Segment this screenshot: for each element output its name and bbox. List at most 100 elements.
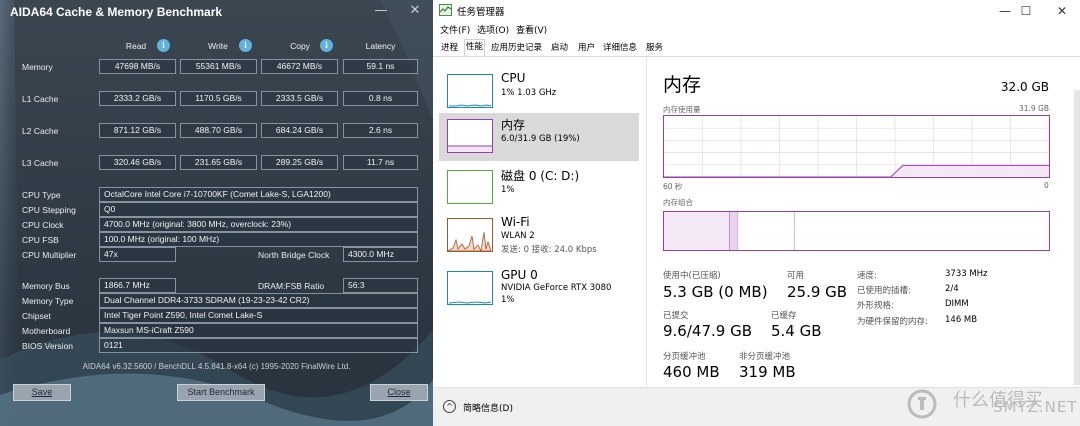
wifi-name: Wi-Fi [501, 215, 530, 229]
memory-sub: 6.0/31.9 GB (19%) [501, 134, 580, 144]
watermark-logo-icon [907, 389, 937, 419]
sidebar-item-gpu[interactable]: GPU 0 NVIDIA GeForce RTX 3080 1% [439, 265, 639, 313]
cpu-name: CPU [501, 71, 526, 85]
scrollbar[interactable] [1074, 90, 1080, 385]
chipset-value: Intel Tiger Point Z590, Intel Comet Lake… [99, 308, 418, 323]
tab-app-history[interactable]: 应用历史记录 [490, 41, 543, 55]
nonpaged-pool-label: 非分页缓冲池 [739, 352, 791, 362]
row-label-l1: L1 Cache [22, 94, 59, 104]
hw-reserved-value: 146 MB [945, 315, 978, 325]
cpu-fsb-value: 100.0 MHz (original: 100 MHz) [99, 232, 418, 247]
resource-sidebar: CPU 1% 1.03 GHz 内存 6.0/31.9 GB (19%) 磁盘 … [433, 57, 646, 387]
composition-in-use [664, 212, 730, 250]
tab-users[interactable]: 用户 [577, 41, 596, 55]
gpu-thumbnail [447, 271, 493, 305]
sidebar-item-disk[interactable]: 磁盘 0 (C: D:) 1% [439, 164, 639, 212]
dram-ratio-label: DRAM:FSB Ratio [258, 281, 325, 291]
cpu-stepping-label: CPU Stepping [22, 205, 76, 215]
header-latency: Latency [365, 41, 396, 51]
memory-bus-label: Memory Bus [22, 281, 70, 291]
available-label: 可用 [787, 271, 805, 281]
sidebar-divider [646, 57, 647, 387]
chipset-label: Chipset [22, 311, 51, 321]
row-label-l3: L3 Cache [22, 158, 59, 168]
nb-clock-value: 4300.0 MHz [343, 247, 418, 262]
memory-total: 32.0 GB [1000, 80, 1049, 94]
slots-value: 2/4 [945, 284, 959, 294]
nb-clock-label: North Bridge Clock [258, 250, 330, 260]
memory-type-label: Memory Type [22, 296, 74, 306]
write-info-icon[interactable]: i [239, 39, 252, 52]
usage-label: 内存使用量 [663, 105, 701, 114]
menu-view[interactable]: 查看(V) [516, 23, 547, 36]
sidebar-item-memory[interactable]: 内存 6.0/31.9 GB (19%) [439, 113, 639, 161]
aida64-window: AIDA64 Cache & Memory Benchmark — ✕ Read… [0, 0, 433, 426]
disk-thumbnail [447, 170, 493, 204]
cpu-stepping-value: Q0 [99, 202, 418, 217]
memory-latency-value: 59.1 ns [343, 59, 418, 74]
chevron-up-icon[interactable]: ^ [443, 400, 456, 413]
bios-label: BIOS Version [22, 341, 74, 351]
save-button[interactable]: Save [13, 384, 71, 401]
motherboard-label: Motherboard [22, 326, 71, 336]
l1-copy-value: 2333.5 GB/s [261, 91, 338, 106]
nonpaged-pool-value: 319 MB [739, 363, 796, 381]
l3-write-value: 231.65 GB/s [180, 155, 257, 170]
speed-value: 3733 MHz [945, 269, 988, 279]
menu-options[interactable]: 选项(O) [477, 23, 509, 36]
cpu-multiplier-value: 47x [99, 247, 176, 262]
cpu-fsb-label: CPU FSB [22, 235, 59, 245]
menu-file[interactable]: 文件(F) [440, 23, 470, 36]
window-title: 任务管理器 [457, 7, 505, 18]
l3-copy-value: 289.25 GB/s [261, 155, 338, 170]
committed-label: 已提交 [663, 311, 689, 321]
time-axis-left: 60 秒 [663, 182, 683, 191]
tab-processes[interactable]: 进程 [440, 41, 459, 55]
l2-read-value: 871.12 GB/s [99, 123, 176, 138]
tab-services[interactable]: 服务 [645, 41, 664, 55]
l2-write-value: 488.70 GB/s [180, 123, 257, 138]
paged-pool-label: 分页缓冲池 [663, 352, 706, 362]
close-button[interactable]: Close [370, 384, 428, 401]
copy-info-icon[interactable]: i [320, 39, 333, 52]
memory-type-value: Dual Channel DDR4-3733 SDRAM (19-23-23-4… [99, 293, 418, 308]
cpu-clock-label: CPU Clock [22, 220, 64, 230]
read-info-icon[interactable]: i [157, 39, 170, 52]
memory-bus-value: 1866.7 MHz [99, 278, 176, 293]
disk-sub: 1% [501, 185, 515, 195]
maximize-button[interactable]: ☐ [1011, 1, 1041, 21]
cpu-clock-value: 4700.0 MHz (original: 3800 MHz, overcloc… [99, 217, 418, 232]
dram-ratio-value: 56:3 [343, 278, 418, 293]
watermark-domain: SMYZ.NET [993, 398, 1078, 416]
l1-read-value: 2333.2 GB/s [99, 91, 176, 106]
time-axis-right: 0 [1044, 181, 1049, 190]
aida-footer: AIDA64 v6.32.5600 / BenchDLL 4.5.841.8-x… [82, 362, 351, 371]
paged-pool-value: 460 MB [663, 363, 720, 381]
close-window-button[interactable]: ✕ [406, 2, 424, 20]
start-benchmark-button[interactable]: Start Benchmark [177, 384, 265, 401]
composition-label: 内存组合 [663, 198, 693, 207]
disk-name: 磁盘 0 (C: D:) [501, 169, 580, 183]
tab-performance[interactable]: 性能 [464, 39, 486, 56]
sidebar-item-wifi[interactable]: Wi-Fi WLAN 2 发送: 0 接收: 24.0 Kbps [439, 212, 639, 260]
tab-details[interactable]: 详细信息 [602, 41, 638, 55]
l1-latency-value: 0.8 ns [343, 91, 418, 106]
form-factor-value: DIMM [945, 299, 969, 309]
close-window-button[interactable]: ✕ [1047, 1, 1077, 21]
memory-write-value: 55361 MB/s [180, 59, 257, 74]
l2-latency-value: 2.6 ns [343, 123, 418, 138]
fewer-details-link[interactable]: 简略信息(D) [463, 401, 513, 414]
tab-startup[interactable]: 启动 [550, 41, 569, 55]
motherboard-value: Maxsun MS-iCraft Z590 [99, 323, 418, 338]
task-manager-icon [439, 4, 452, 16]
window-title: AIDA64 Cache & Memory Benchmark [10, 5, 223, 19]
hw-reserved-label: 为硬件保留的内存: [857, 317, 928, 327]
memory-usage-graph [663, 115, 1050, 178]
minimize-button[interactable]: — [372, 2, 390, 20]
cached-label: 已缓存 [771, 311, 797, 321]
row-label-memory: Memory [22, 62, 53, 72]
cpu-multiplier-label: CPU Multiplier [22, 250, 77, 260]
sidebar-item-cpu[interactable]: CPU 1% 1.03 GHz [439, 68, 639, 116]
memory-name: 内存 [501, 118, 526, 132]
cpu-type-label: CPU Type [22, 190, 61, 200]
